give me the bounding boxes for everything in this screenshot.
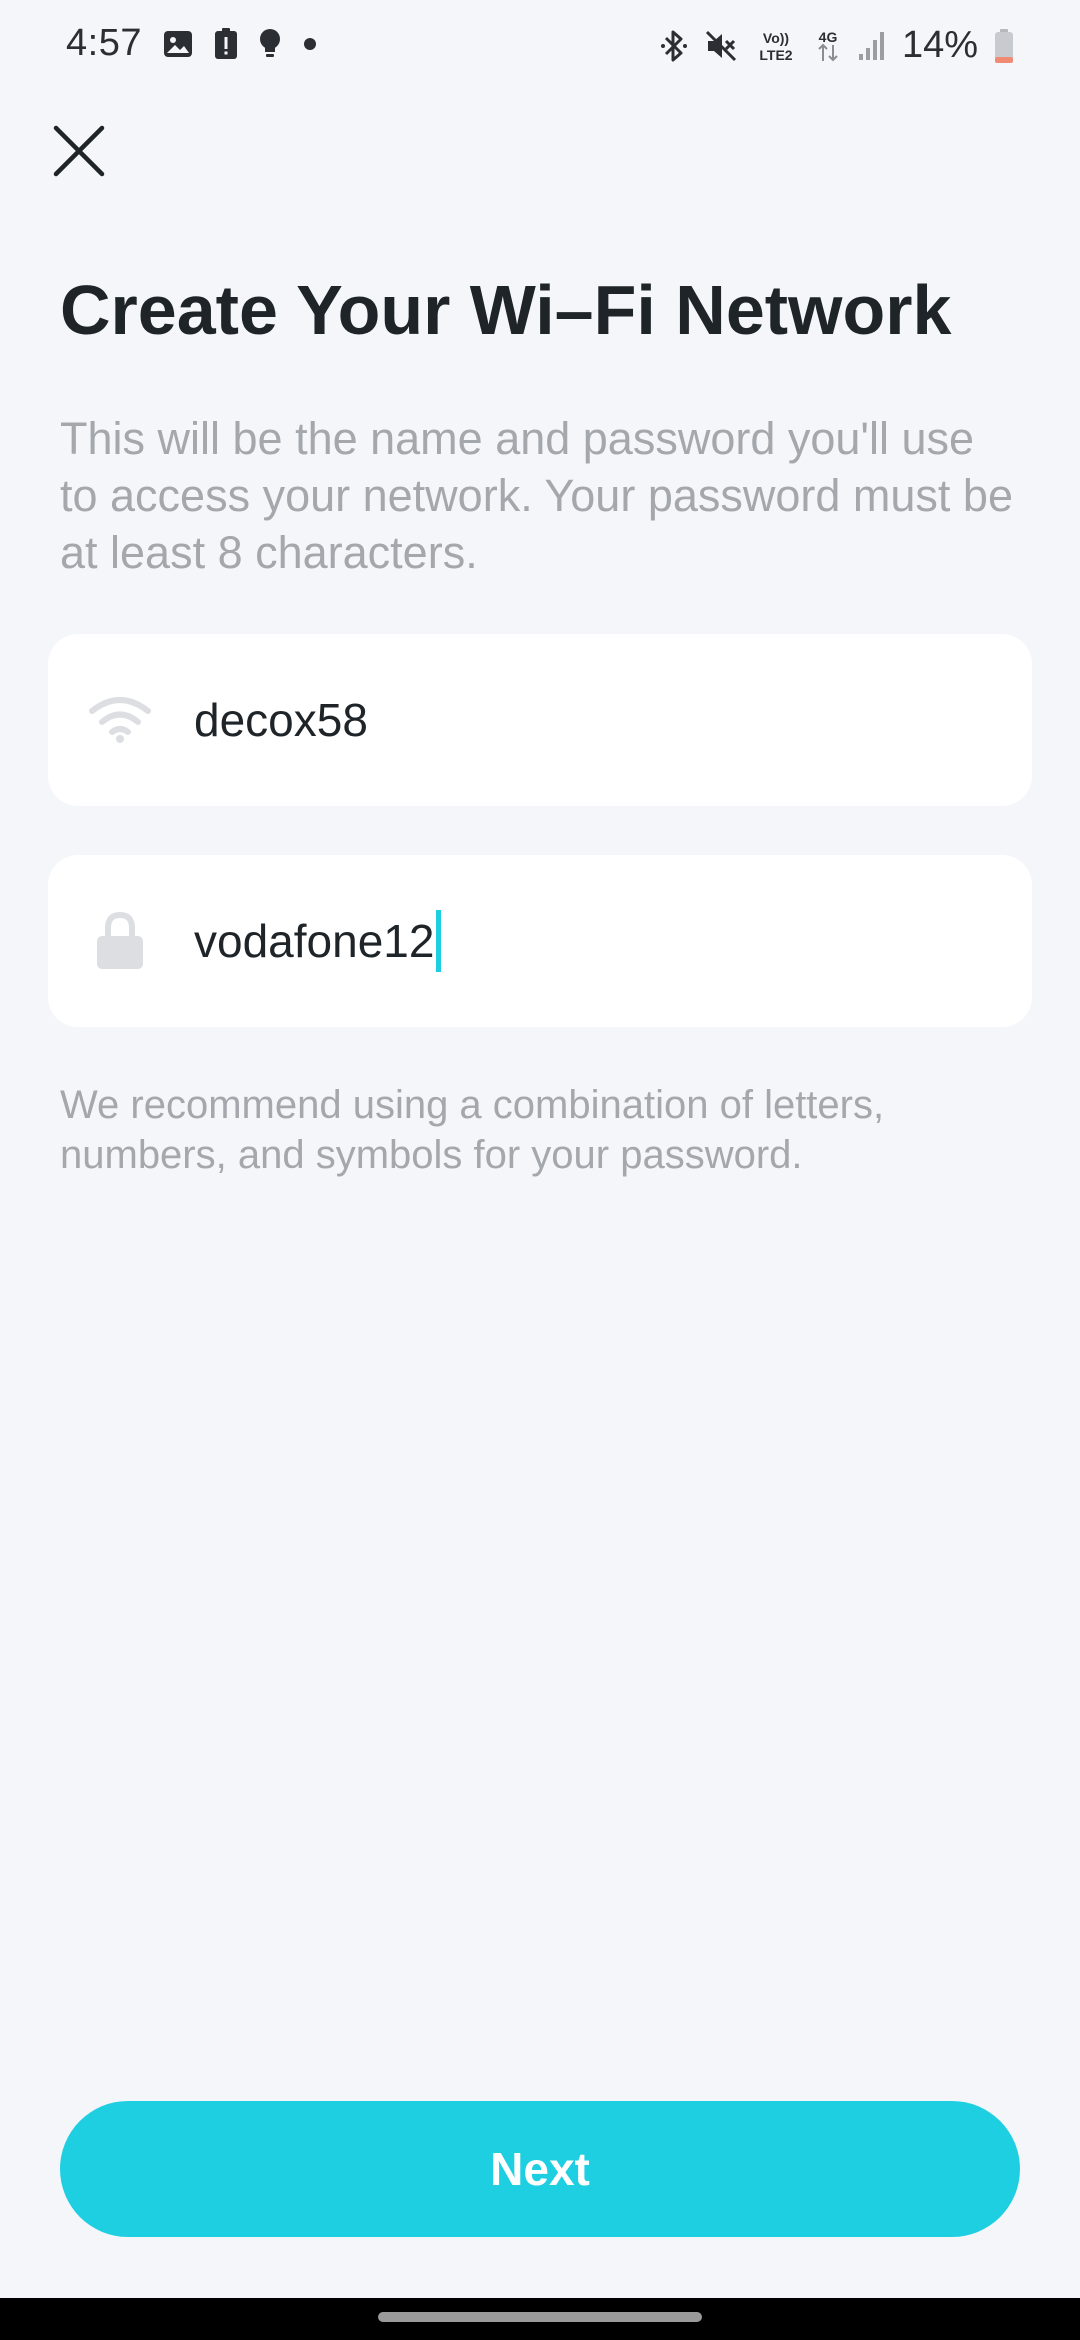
close-button[interactable] xyxy=(46,118,112,184)
svg-text:Vo)): Vo)) xyxy=(763,30,789,46)
network-name-value: decox58 xyxy=(194,694,368,746)
battery-icon xyxy=(994,28,1014,64)
alert-icon xyxy=(214,27,238,60)
wifi-icon xyxy=(84,684,156,756)
svg-text:4G: 4G xyxy=(819,29,838,45)
close-icon xyxy=(52,124,106,178)
dot-icon xyxy=(302,36,318,52)
password-field[interactable]: vodafone12 xyxy=(48,855,1032,1027)
password-input[interactable]: vodafone12 xyxy=(194,910,442,972)
navigation-bar xyxy=(0,2298,1080,2340)
status-bar: 4:57 Vo)) LTE2 4G 14% xyxy=(0,0,1080,96)
page-title: Create Your Wi–Fi Network xyxy=(60,271,952,349)
bulb-icon xyxy=(258,28,282,60)
text-cursor xyxy=(436,910,442,972)
signal-icon xyxy=(858,30,886,62)
description-text: This will be the name and password you'l… xyxy=(60,413,1013,578)
4g-icon: 4G xyxy=(814,28,842,64)
network-name-field[interactable]: decox58 xyxy=(48,634,1032,806)
password-hint: We recommend using a combination of lett… xyxy=(60,1083,885,1177)
lock-icon xyxy=(84,905,156,977)
gallery-icon xyxy=(162,28,194,60)
bluetooth-icon xyxy=(660,28,688,64)
home-indicator[interactable] xyxy=(378,2312,702,2322)
status-bar-left: 4:57 xyxy=(66,22,318,65)
status-bar-right: Vo)) LTE2 4G 14% xyxy=(660,24,1014,67)
next-button[interactable]: Next xyxy=(60,2101,1020,2237)
mute-icon xyxy=(704,29,738,63)
svg-text:LTE2: LTE2 xyxy=(759,47,792,63)
network-name-input[interactable]: decox58 xyxy=(194,693,368,747)
volte-icon: Vo)) LTE2 xyxy=(754,28,798,64)
status-time: 4:57 xyxy=(66,22,142,64)
battery-percent: 14% xyxy=(901,24,978,66)
password-value: vodafone12 xyxy=(194,915,435,967)
